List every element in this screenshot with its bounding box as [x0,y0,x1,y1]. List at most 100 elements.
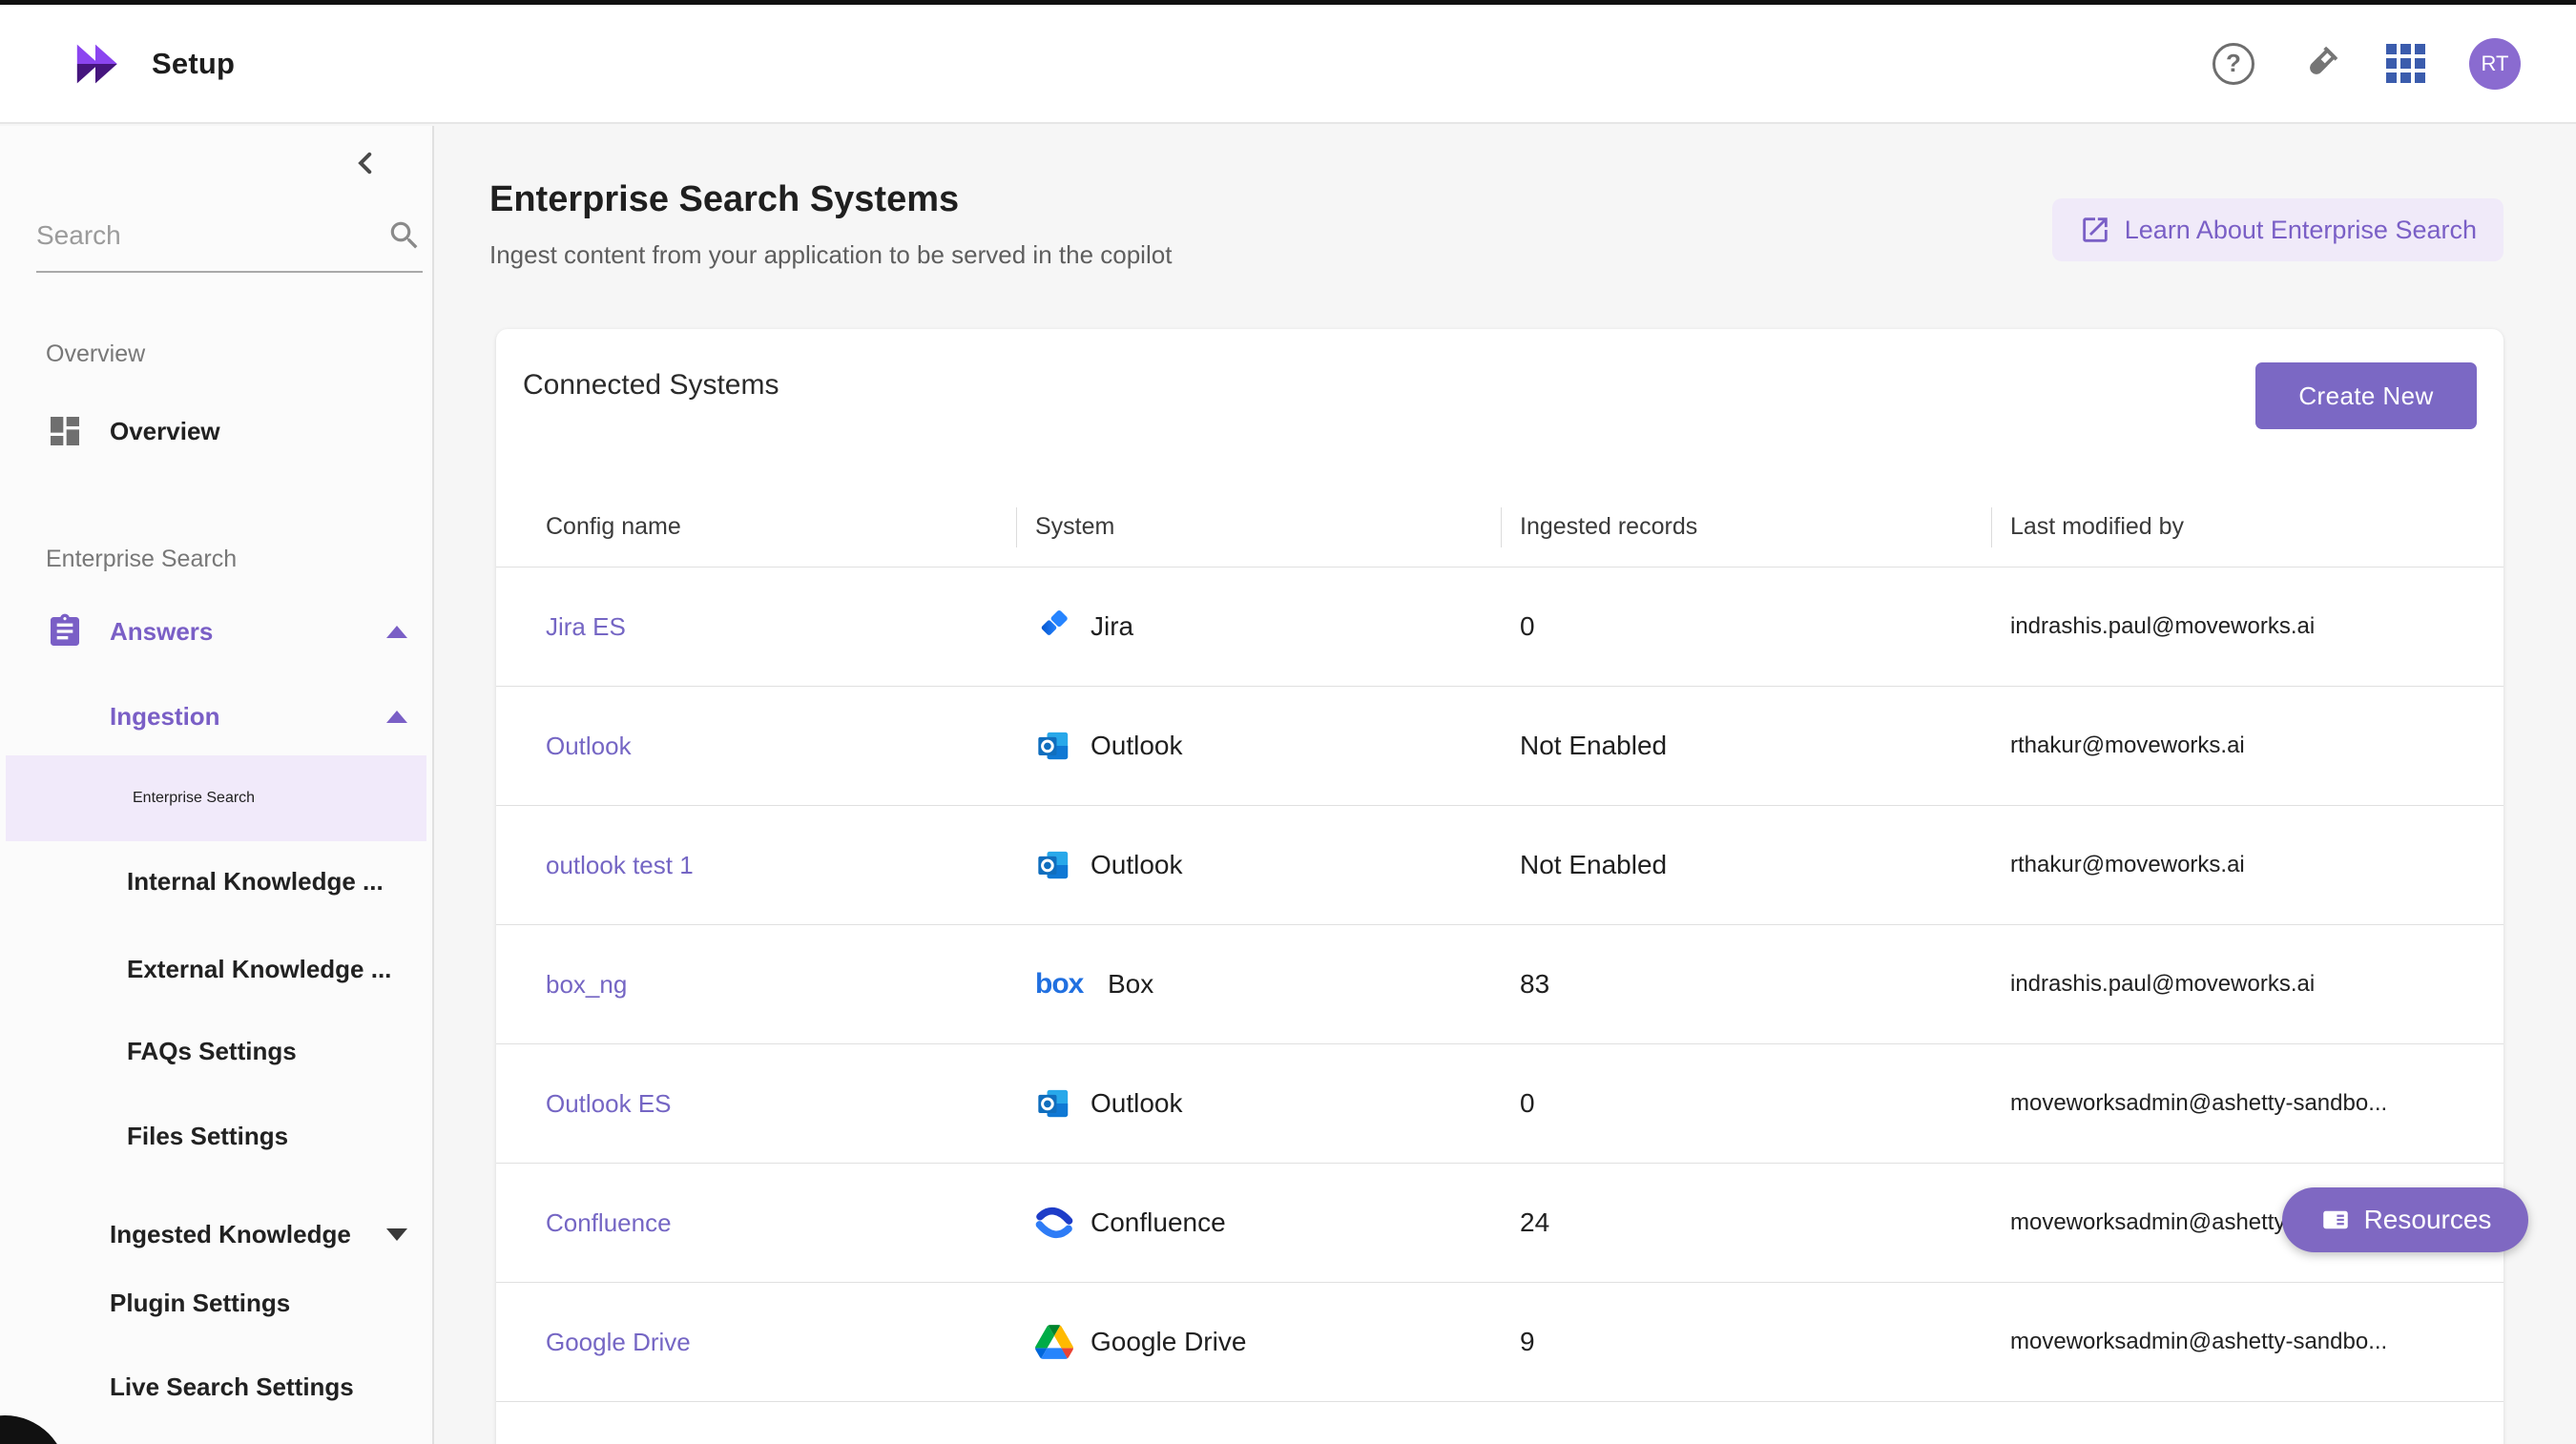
sidebar-item-internal-knowledge[interactable]: Internal Knowledge ... [0,851,434,912]
external-link-icon [2079,214,2111,246]
last-modified-by: rthakur@moveworks.ai [1991,852,2503,878]
create-new-button[interactable]: Create New [2255,362,2477,429]
page-subtitle: Ingest content from your application to … [489,240,1172,270]
box-icon: box [1035,968,1091,1000]
table-header: Config name System Ingested records Last… [496,486,2503,567]
confluence-icon [1035,1204,1073,1242]
test-tube-icon[interactable] [2298,42,2342,86]
table-row: Outlook ES Outlook 0 moveworksadmin@ashe… [496,1044,2503,1164]
page-title: Enterprise Search Systems [489,179,959,220]
sidebar: Overview Overview Enterprise Search Answ… [0,126,434,1444]
sidebar-item-plugin-settings[interactable]: Plugin Settings [0,1272,434,1333]
column-header-last-modified-by: Last modified by [1991,486,2503,567]
search-field[interactable] [36,200,423,273]
sidebar-item-label: Files Settings [127,1122,288,1151]
sidebar-item-label: Plugin Settings [110,1289,290,1318]
table-row: Confluence Confluence 24 moveworksadmin@… [496,1164,2503,1283]
help-icon[interactable]: ? [2212,43,2254,85]
ingested-records-value: Not Enabled [1520,850,1667,880]
system-name: Confluence [1091,1207,1226,1238]
topbar-actions: ? RT [2212,38,2521,90]
last-modified-by: indrashis.paul@moveworks.ai [1991,613,2503,640]
panel-heading: Connected Systems [523,369,779,402]
sidebar-item-files-settings[interactable]: Files Settings [0,1105,434,1166]
section-label-enterprise-search: Enterprise Search [46,546,237,573]
jira-icon [1035,608,1073,646]
config-link[interactable]: Outlook [546,732,632,761]
sidebar-item-faqs-settings[interactable]: FAQs Settings [0,1021,434,1082]
last-modified-by: indrashis.paul@moveworks.ai [1991,971,2503,998]
table-row: Google Drive Google Drive 9 moveworksadm… [496,1283,2503,1402]
sidebar-item-label: FAQs Settings [127,1037,297,1066]
system-name: Outlook [1091,1088,1183,1119]
system-name: Google Drive [1091,1327,1246,1357]
ingested-records-value: 9 [1520,1327,1535,1357]
collapse-up-icon[interactable] [386,711,407,723]
collapse-sidebar-icon[interactable] [349,147,382,179]
sidebar-item-label: Live Search Settings [110,1372,354,1402]
outlook-icon [1035,1084,1073,1123]
connected-systems-card: Connected Systems Create New Config name… [496,329,2503,1444]
clipboard-icon [46,612,84,650]
system-name: Jira [1091,611,1133,642]
table-row: box_ng box Box 83 indrashis.paul@movewor… [496,925,2503,1044]
ingested-records-value: 24 [1520,1207,1549,1238]
config-link[interactable]: box_ng [546,970,627,1000]
ingested-records-value: Not Enabled [1520,731,1667,761]
sidebar-item-ingestion[interactable]: Ingestion [0,686,434,747]
moveworks-logo-icon [73,41,129,87]
google-drive-icon [1035,1325,1073,1359]
ingested-records-value: 83 [1520,969,1549,1000]
screen: Setup ? RT O [0,0,2576,1444]
sidebar-item-answers[interactable]: Answers [0,601,434,662]
system-name: Outlook [1091,850,1183,880]
apps-grid-icon[interactable] [2386,44,2425,83]
system-name: Box [1108,969,1153,1000]
table-row: outlook test 1 Outlook Not Enabled rthak… [496,806,2503,925]
resources-book-icon [2319,1204,2352,1236]
sidebar-item-label: Enterprise Search [133,790,255,807]
sidebar-item-enterprise-search-selected[interactable]: Enterprise Search [6,755,426,841]
config-link[interactable]: Outlook ES [546,1089,672,1119]
sidebar-item-label: Ingested Knowledge [110,1220,351,1249]
search-input[interactable] [36,220,342,251]
sidebar-item-label: Overview [110,417,220,446]
column-header-system: System [1016,486,1501,567]
topbar: Setup ? RT [0,5,2576,124]
sidebar-item-live-search-settings[interactable]: Live Search Settings [0,1356,434,1417]
last-modified-by: moveworksadmin@ashetty-sandbo... [1991,1090,2503,1117]
last-modified-by: rthakur@moveworks.ai [1991,732,2503,759]
sidebar-item-label: Internal Knowledge ... [127,867,384,897]
collapse-up-icon[interactable] [386,626,407,638]
dashboard-icon [46,412,84,450]
config-link[interactable]: Google Drive [546,1328,691,1357]
expand-down-icon[interactable] [386,1228,407,1241]
app-title: Setup [152,47,235,81]
ingested-records-value: 0 [1520,1088,1535,1119]
system-name: Outlook [1091,731,1183,761]
sidebar-item-external-knowledge[interactable]: External Knowledge ... [0,939,434,1000]
column-header-config-name: Config name [546,486,1016,567]
table-row: Jira ES Jira 0 indrashis.paul@moveworks.… [496,567,2503,687]
resources-button[interactable]: Resources [2282,1187,2528,1252]
config-link[interactable]: outlook test 1 [546,851,694,880]
column-header-ingested-records: Ingested records [1501,486,1991,567]
config-link[interactable]: Jira ES [546,612,626,642]
learn-about-button[interactable]: Learn About Enterprise Search [2052,198,2503,261]
config-link[interactable]: Confluence [546,1208,672,1238]
outlook-icon [1035,727,1073,765]
avatar[interactable]: RT [2469,38,2521,90]
brand: Setup [73,41,235,87]
help-glyph: ? [2226,49,2241,78]
sidebar-item-label: Ingestion [110,702,220,732]
search-icon [386,217,423,254]
sidebar-item-ingested-knowledge[interactable]: Ingested Knowledge [0,1204,434,1265]
ingested-records-value: 0 [1520,611,1535,642]
table-row: Outlook Outlook Not Enabled rthakur@move… [496,687,2503,806]
outlook-icon [1035,846,1073,884]
sidebar-item-label: External Knowledge ... [127,955,391,984]
learn-about-label: Learn About Enterprise Search [2125,216,2477,245]
sidebar-item-label: Answers [110,617,213,647]
section-label-overview: Overview [46,340,145,368]
sidebar-item-overview[interactable]: Overview [0,401,434,462]
